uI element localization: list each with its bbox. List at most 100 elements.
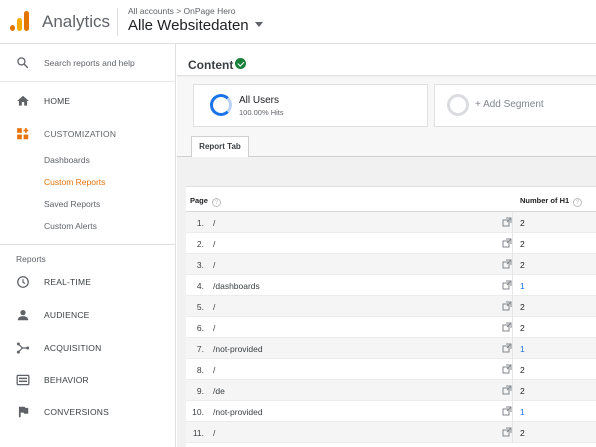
sidebar-item-home[interactable]: HOME (0, 90, 175, 112)
sidebar-item-conversions[interactable]: CONVERSIONS (0, 401, 175, 423)
toolbar-area (186, 158, 596, 186)
add-segment-label: + Add Segment (475, 99, 544, 110)
sidebar-item-label: CUSTOMIZATION (44, 129, 117, 139)
customization-icon (17, 128, 29, 140)
metric-value: 2 (520, 302, 525, 312)
sidebar-item-customization[interactable]: CUSTOMIZATION (0, 123, 175, 145)
header-divider (117, 8, 118, 36)
metric-value: 1 (520, 344, 525, 354)
cell-divider (512, 380, 513, 401)
open-link-icon[interactable] (502, 322, 512, 332)
open-link-icon[interactable] (502, 259, 512, 269)
metric-value: 2 (520, 260, 525, 270)
open-link-icon[interactable] (502, 280, 512, 290)
report-table: Page? Number of H1? 1. / 2 2. / 2 3. / 2 4. /dashb… (186, 186, 596, 447)
page-link[interactable]: /de (213, 386, 225, 396)
page-link[interactable]: / (213, 218, 215, 228)
help-icon[interactable]: ? (573, 198, 583, 207)
table-row[interactable]: 2. / 2 (186, 233, 596, 254)
cell-divider (512, 359, 513, 380)
tab-report[interactable]: Report Tab (191, 136, 249, 157)
table-row[interactable]: 11. / 2 (186, 422, 596, 443)
cell-divider (512, 317, 513, 338)
table-row[interactable]: 3. / 2 (186, 254, 596, 275)
cell-divider (512, 254, 513, 275)
analytics-logo-icon[interactable] (10, 11, 30, 31)
col-header-page[interactable]: Page? (190, 196, 221, 207)
metric-value: 2 (520, 428, 525, 438)
metric-value: 2 (520, 218, 525, 228)
caret-down-icon (254, 22, 263, 27)
row-number: 1. (196, 218, 204, 228)
page-link[interactable]: / (213, 428, 215, 438)
sidebar-item-audience[interactable]: AUDIENCE (0, 304, 175, 326)
table-row[interactable]: 1. / 2 (186, 212, 596, 233)
page-link[interactable]: /dashboards (213, 281, 260, 291)
behavior-icon (16, 374, 30, 386)
sidebar-subitem-dashboards[interactable]: Dashboards (44, 155, 90, 165)
table-row[interactable]: 5. / 2 (186, 296, 596, 317)
open-link-icon[interactable] (502, 385, 512, 395)
clock-icon (17, 276, 29, 288)
segment-all-users[interactable]: All Users 100.00% Hits (193, 84, 428, 127)
open-link-icon[interactable] (502, 301, 512, 311)
metric-value: 1 (520, 407, 525, 417)
table-row[interactable]: 10. /not-provided 1 (186, 401, 596, 422)
page-link[interactable]: / (213, 323, 215, 333)
row-number: 10. (192, 407, 204, 417)
page-link[interactable]: / (213, 239, 215, 249)
page-link[interactable]: /not-provided (213, 407, 263, 417)
flag-icon (18, 406, 29, 418)
table-row[interactable]: 7. /not-provided 1 (186, 338, 596, 359)
page-link[interactable]: /not-provided (213, 344, 263, 354)
sidebar-search[interactable]: Search reports and help (0, 44, 175, 82)
page-link[interactable]: / (213, 302, 215, 312)
search-input[interactable]: Search reports and help (44, 58, 135, 68)
open-link-icon[interactable] (502, 406, 512, 416)
tab-strip: Report Tab (177, 133, 596, 157)
cell-divider (512, 338, 513, 359)
top-header: Analytics All accounts > OnPage Hero All… (0, 0, 596, 44)
sidebar-item-behavior[interactable]: BEHAVIOR (0, 369, 175, 391)
table-row[interactable]: 4. /dashboards 1 (186, 275, 596, 296)
table-row[interactable]: 9. /de 2 (186, 380, 596, 401)
open-link-icon[interactable] (502, 238, 512, 248)
row-number: 3. (196, 260, 204, 270)
page-link[interactable]: / (213, 260, 215, 270)
cell-divider (512, 422, 513, 443)
sidebar-subitem-custom-reports[interactable]: Custom Reports (44, 177, 105, 187)
cell-divider (512, 233, 513, 254)
metric-value: 2 (520, 365, 525, 375)
segment-bar: All Users 100.00% Hits + Add Segment (177, 77, 596, 133)
cell-divider (512, 275, 513, 296)
row-number: 5. (196, 302, 204, 312)
sidebar-item-label: CONVERSIONS (44, 407, 110, 417)
sidebar-divider (0, 244, 175, 245)
person-icon (17, 310, 29, 321)
open-link-icon[interactable] (502, 364, 512, 374)
help-icon[interactable]: ? (211, 198, 221, 207)
home-icon (17, 95, 29, 106)
sidebar-item-label: BEHAVIOR (44, 375, 89, 385)
sidebar-item-acquisition[interactable]: ACQUISITION (0, 337, 175, 359)
breadcrumb[interactable]: All accounts > OnPage Hero (128, 6, 236, 16)
table-row[interactable]: 6. / 2 (186, 317, 596, 338)
acquisition-icon (16, 342, 30, 354)
sidebar-item-real-time[interactable]: REAL-TIME (0, 271, 175, 293)
cell-divider (512, 212, 513, 233)
add-segment-button[interactable]: + Add Segment (434, 84, 596, 127)
sidebar-item-label: HOME (44, 96, 71, 106)
row-number: 8. (196, 365, 204, 375)
sidebar: Search reports and help HOME CUSTOMIZATI… (0, 44, 176, 447)
sidebar-subitem-custom-alerts[interactable]: Custom Alerts (44, 221, 97, 231)
table-row[interactable]: 8. / 2 (186, 359, 596, 380)
open-link-icon[interactable] (502, 343, 512, 353)
cell-divider (512, 401, 513, 422)
page-link[interactable]: / (213, 365, 215, 375)
metric-value: 2 (520, 386, 525, 396)
open-link-icon[interactable] (502, 217, 512, 227)
view-selector[interactable]: Alle Websitedaten (128, 17, 263, 34)
open-link-icon[interactable] (502, 427, 512, 437)
sidebar-subitem-saved-reports[interactable]: Saved Reports (44, 199, 100, 209)
col-header-number-of-h1[interactable]: Number of H1? (520, 196, 583, 207)
